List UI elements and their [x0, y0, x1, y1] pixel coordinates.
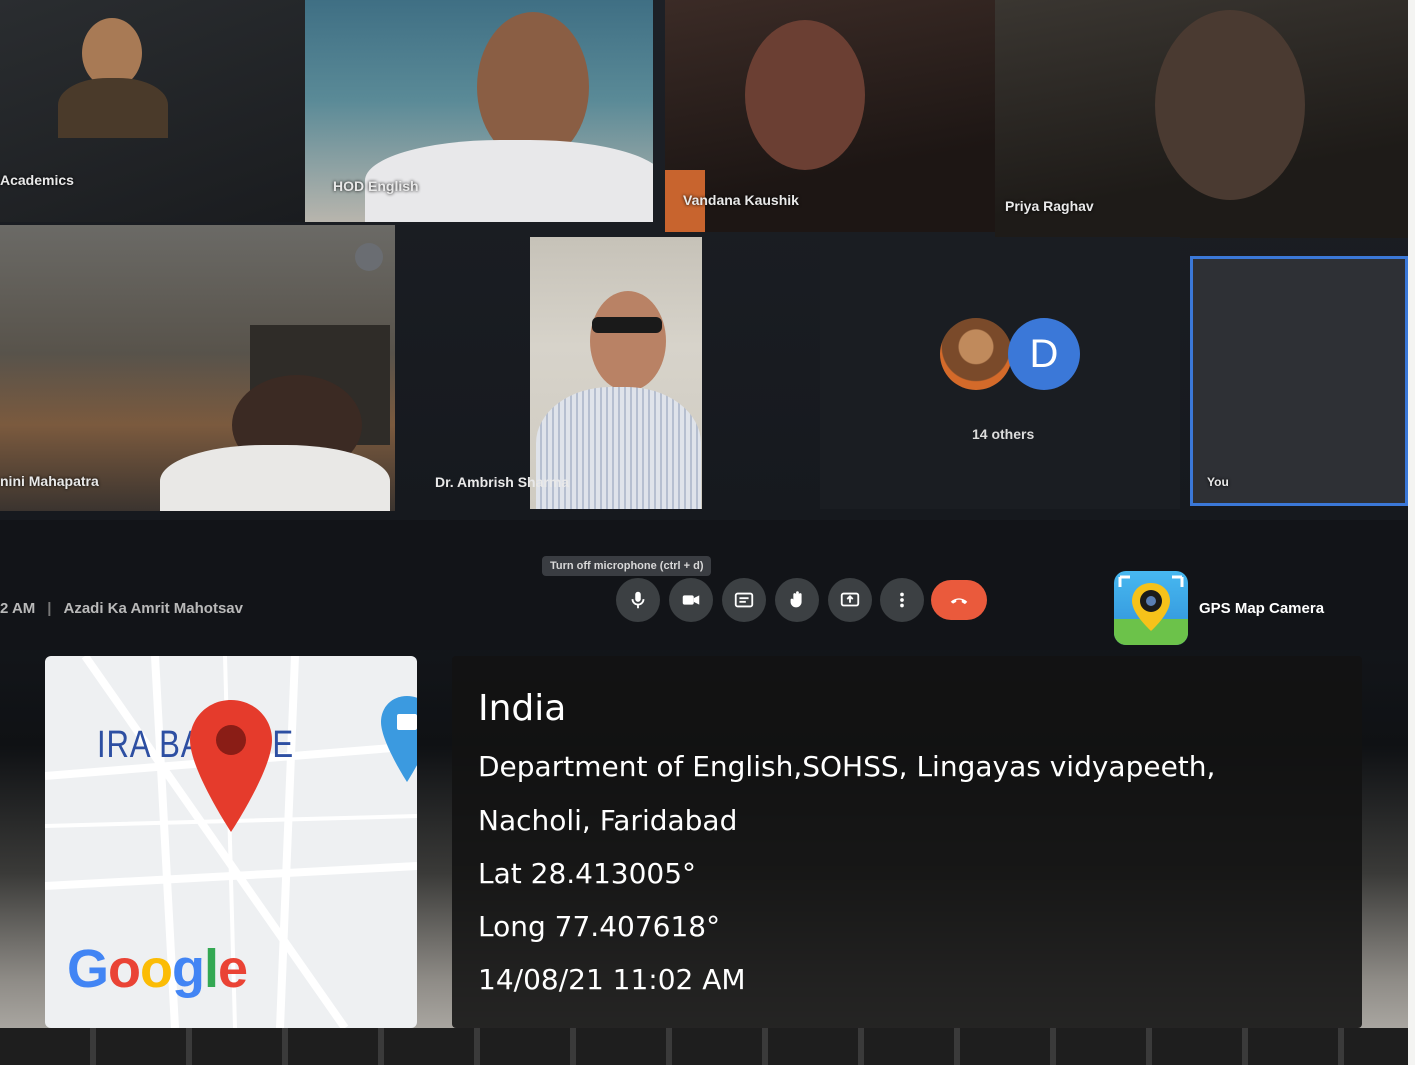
participant-tile-priya-raghav[interactable]: Priya Raghav [995, 0, 1408, 238]
participant-name: Academics [0, 172, 74, 188]
glasses [592, 317, 662, 333]
participant-tile-ambrish-sharma[interactable] [530, 237, 702, 509]
mic-tooltip: Turn off microphone (ctrl + d) [542, 556, 712, 576]
gps-map-camera-logo [1114, 571, 1188, 645]
participant-name: Priya Raghav [1005, 198, 1094, 214]
meeting-photo: Academics HOD English Vandana Kaushik Pr… [0, 0, 1408, 1065]
meeting-time: 2 AM [0, 600, 36, 617]
participant-tile-vandana-kaushik[interactable]: Vandana Kaushik [665, 0, 995, 232]
participant-name: HOD English [333, 178, 419, 194]
meeting-separator: | [47, 600, 52, 617]
participant-figure [58, 78, 168, 138]
google-letter: g [172, 939, 205, 999]
more-vert-icon [900, 592, 904, 608]
avatar: D [1008, 318, 1080, 390]
participant-figure [590, 291, 666, 391]
present-icon [840, 592, 860, 607]
camera-pin-icon [1114, 575, 1188, 645]
participant-figure [745, 20, 865, 170]
google-letter: o [108, 939, 141, 999]
mic-button[interactable] [616, 578, 660, 622]
google-wordmark: Google [67, 939, 248, 999]
raise-hand-button[interactable] [775, 578, 819, 622]
google-logo: Google [67, 938, 248, 1000]
participant-name: nini Mahapatra [0, 473, 99, 489]
participant-name: Vandana Kaushik [683, 192, 799, 208]
participant-tile-hod-english[interactable]: HOD English [305, 0, 653, 222]
participant-tile-mahapatra[interactable]: nini Mahapatra [0, 225, 395, 511]
laptop-keyboard [0, 1028, 1408, 1065]
location-pin-icon [190, 700, 272, 832]
captions-button[interactable] [722, 578, 766, 622]
google-letter: G [67, 939, 109, 999]
location-longitude: Long 77.407618° [478, 910, 721, 943]
participant-name: You [1207, 475, 1229, 489]
gps-app-name: GPS Map Camera [1199, 600, 1325, 617]
location-country: India [478, 688, 567, 729]
google-letter: l [204, 939, 219, 999]
participant-name: Dr. Ambrish Sharma [435, 474, 570, 490]
participant-tile-academics[interactable]: Academics [0, 0, 305, 222]
raise-hand-icon [790, 591, 802, 608]
shopping-pin-icon [381, 696, 417, 782]
end-call-button[interactable] [931, 580, 987, 620]
others-count: 14 others [972, 426, 1035, 442]
camera-icon [682, 595, 700, 605]
google-letter: e [218, 939, 248, 999]
meeting-details: 2 AM | Azadi Ka Amrit Mahotsav [0, 600, 243, 617]
location-address-line2: Nacholi, Faridabad [478, 804, 738, 837]
more-options-button[interactable] [880, 578, 924, 622]
pin-icon[interactable] [355, 243, 383, 271]
location-address-line1: Department of English,SOHSS, Lingayas vi… [478, 750, 1216, 783]
camera-button[interactable] [669, 578, 713, 622]
present-button[interactable] [828, 578, 872, 622]
location-latitude: Lat 28.413005° [478, 857, 697, 890]
avatar [940, 318, 1012, 390]
google-letter: o [140, 939, 173, 999]
meeting-title: Azadi Ka Amrit Mahotsav [63, 600, 243, 617]
participant-figure [1155, 10, 1305, 200]
location-datetime: 14/08/21 11:02 AM [478, 963, 746, 996]
participant-figure [536, 387, 701, 509]
map-thumbnail: IRA BARAGE Google [45, 656, 417, 1028]
mic-icon [631, 591, 645, 609]
participant-figure [160, 445, 390, 511]
participant-tile-you[interactable]: You [1190, 256, 1408, 506]
end-call-icon [950, 598, 968, 605]
captions-icon [734, 592, 754, 608]
